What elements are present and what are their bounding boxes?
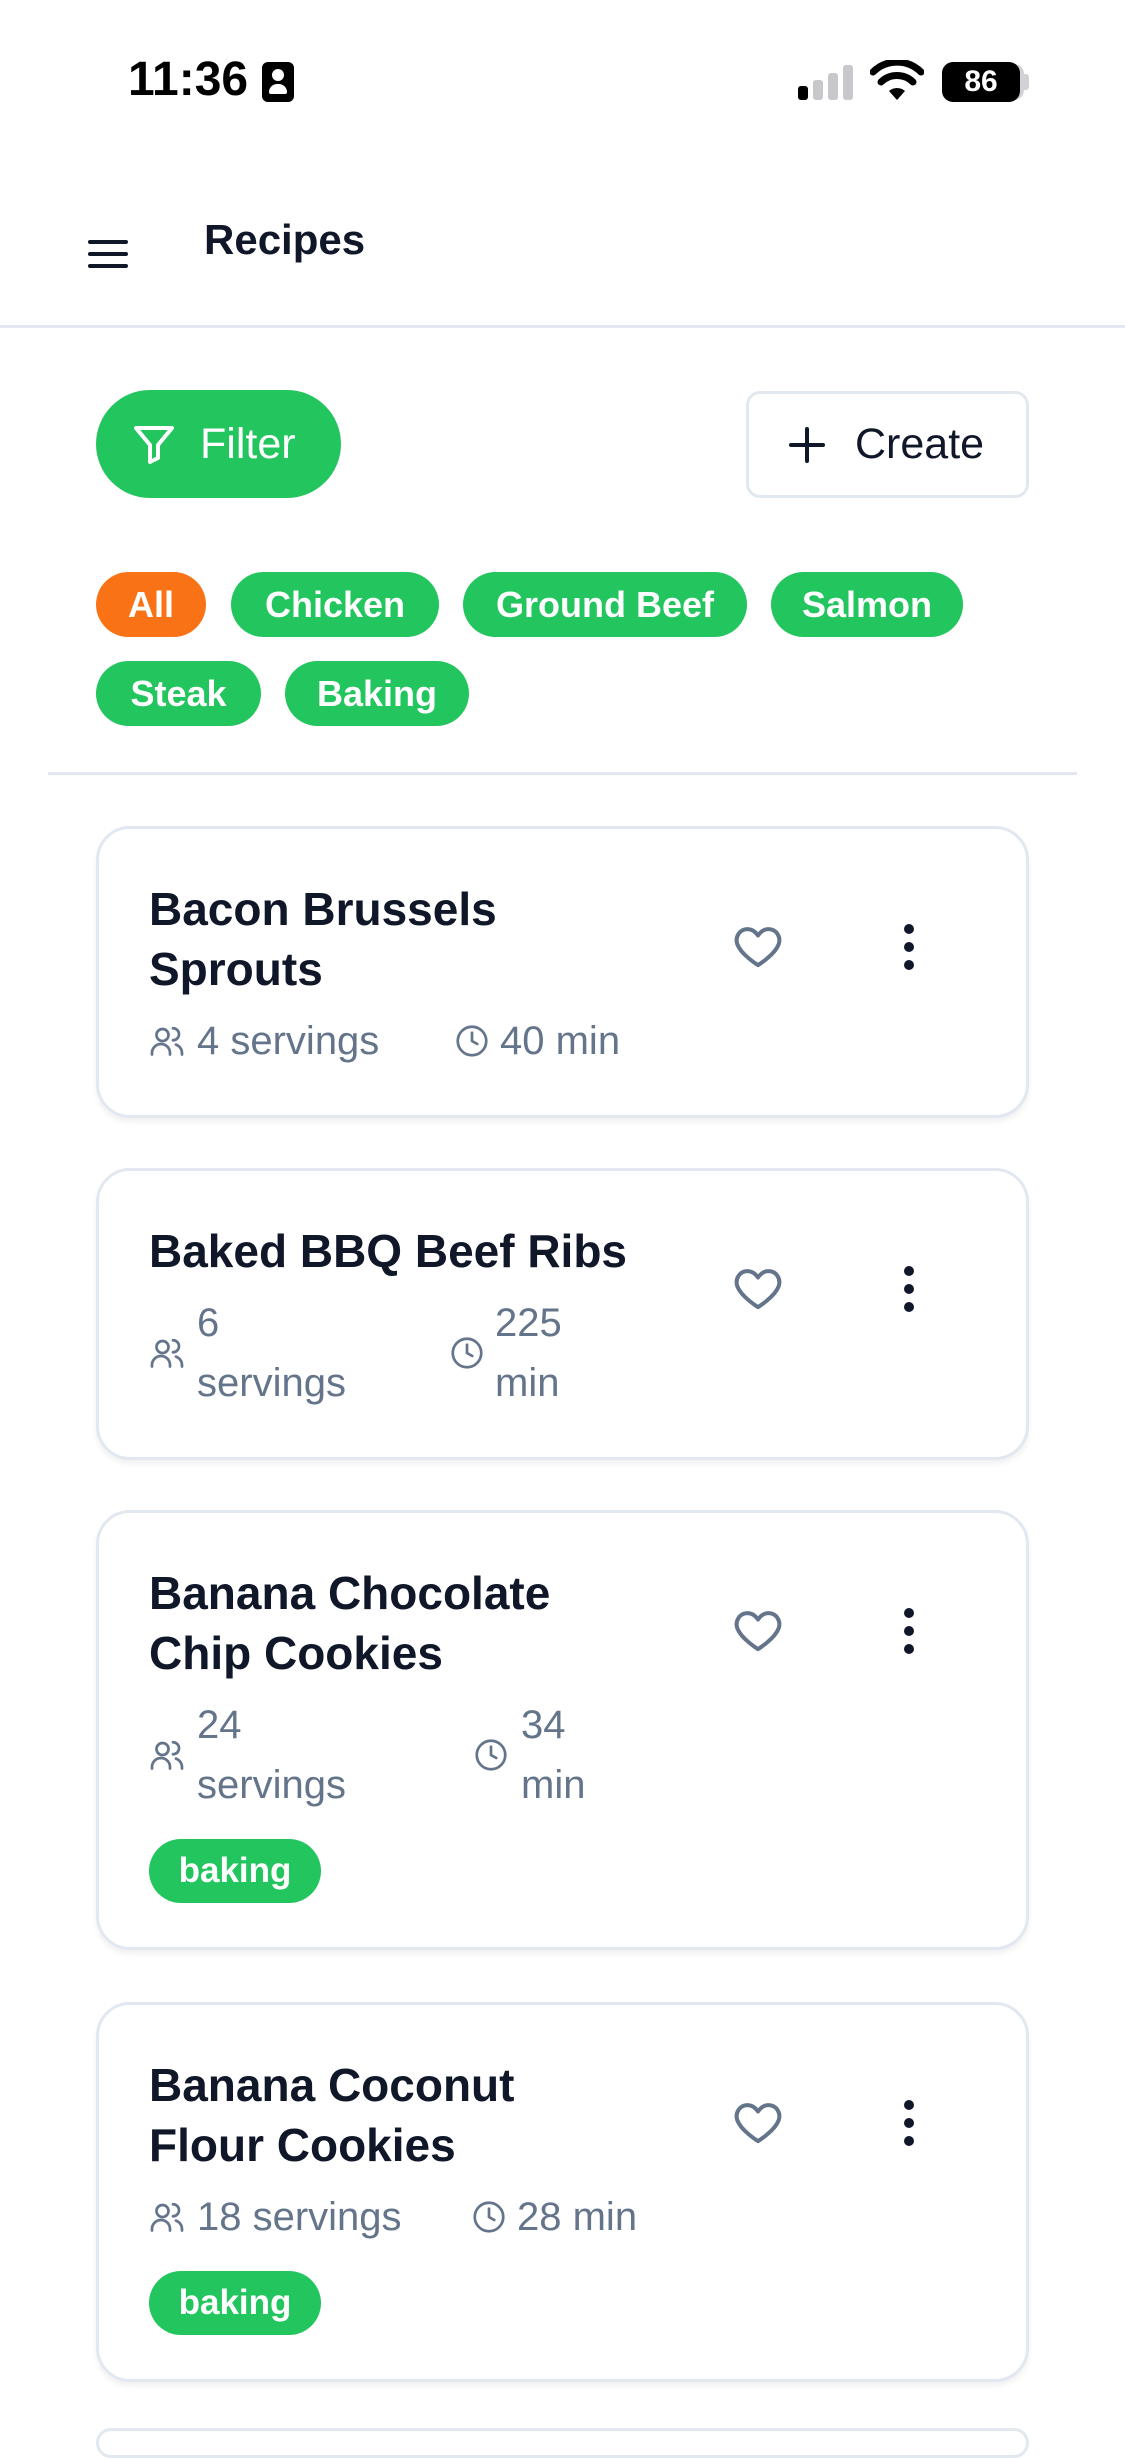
time-meta: 28 min [471,2187,671,2247]
time-meta: 225 min [449,1293,609,1413]
wifi-icon [870,60,924,100]
filter-button[interactable]: Filter [96,390,341,498]
time-text: 28 min [517,2195,638,2239]
more-vertical-icon[interactable] [889,917,929,977]
recipe-title: Baked BBQ Beef Ribs [149,1221,669,1281]
servings-meta: 6 servings [149,1293,369,1413]
plus-icon [789,426,825,463]
heart-outline-icon[interactable] [731,2095,785,2149]
page-title: Recipes [204,216,366,263]
chip-steak[interactable]: Steak [96,661,261,726]
hamburger-menu-icon [88,240,128,268]
status-bar: 11:36 86 [0,0,1125,150]
cellular-signal-icon [798,64,854,100]
battery-level: 86 [942,62,1020,102]
servings-meta: 24 servings [149,1695,389,1815]
recipe-card[interactable]: Baked BBQ Beef Ribs 6 servings 225 min [96,1168,1029,1460]
recipe-title: Bacon Brussels Sprouts [149,879,669,999]
status-time: 11:36 [128,53,249,106]
more-vertical-icon[interactable] [889,1259,929,1319]
servings-text: 24 [197,1703,242,1747]
chip-chicken[interactable]: Chicken [231,572,439,637]
recipe-title-line: Flour Cookies [149,2119,456,2171]
time-meta: 34 min [473,1695,613,1815]
heart-outline-icon[interactable] [731,919,785,973]
create-recipe-button[interactable]: Create [746,391,1029,498]
servings-text: 18 servings [197,2195,402,2239]
time-meta: 40 min [454,1011,654,1071]
users-icon [150,1026,184,1056]
filter-funnel-icon [134,426,174,464]
focus-person-icon [262,62,294,102]
chip-ground-beef[interactable]: Ground Beef [463,572,747,637]
clock-icon [473,2201,505,2233]
filter-button-label: Filter [200,419,296,468]
menu-button[interactable] [82,228,134,280]
heart-outline-icon[interactable] [731,1261,785,1315]
users-icon [150,1338,184,1368]
users-icon [150,2202,184,2232]
servings-meta: 4 servings [149,1011,429,1071]
servings-text: 6 [197,1301,220,1345]
clock-icon [451,1337,483,1369]
servings-meta: 18 servings [149,2187,449,2247]
recipe-card[interactable]: Bacon Brussels Sprouts 4 servings 40 min [96,826,1029,1118]
app-header: Recipes [0,170,1125,328]
recipe-title: Banana Chocolate Chip Cookies [149,1563,669,1683]
recipe-title-line: Baked BBQ Beef Ribs [149,1225,628,1277]
chip-all[interactable]: All [96,572,206,637]
users-icon [150,1740,184,1770]
servings-text: 4 servings [197,1019,380,1063]
recipe-tag: baking [149,1839,321,1903]
recipe-card[interactable]: Banana Chocolate Chip Cookies 24 serving… [96,1510,1029,1950]
recipe-title-line: Banana Coconut [149,2059,515,2111]
divider [48,772,1077,775]
recipe-tag: baking [149,2271,321,2335]
more-vertical-icon[interactable] [889,1601,929,1661]
chip-baking[interactable]: Baking [285,661,469,726]
time-text: 225 [495,1301,562,1345]
create-button-label: Create [855,420,985,468]
recipe-title-line: Sprouts [149,943,323,995]
time-text: 34 [521,1703,566,1747]
recipe-title-line: Banana Chocolate [149,1567,551,1619]
time-text: min [521,1763,586,1807]
chip-salmon[interactable]: Salmon [771,572,963,637]
time-text: 40 min [500,1019,621,1063]
servings-text: servings [197,1361,346,1405]
time-text: min [495,1361,560,1405]
battery-tip [1024,74,1029,90]
clock-icon [456,1025,488,1057]
servings-text: servings [197,1763,346,1807]
recipe-card[interactable]: Banana Coconut Flour Cookies 18 servings… [96,2002,1029,2382]
heart-outline-icon[interactable] [731,1603,785,1657]
recipe-title: Banana Coconut Flour Cookies [149,2055,669,2175]
more-vertical-icon[interactable] [889,2093,929,2153]
recipe-title-line: Chip Cookies [149,1627,443,1679]
recipe-title-line: Bacon Brussels [149,883,497,935]
recipe-card-partial[interactable] [96,2428,1029,2458]
clock-icon [475,1739,507,1771]
